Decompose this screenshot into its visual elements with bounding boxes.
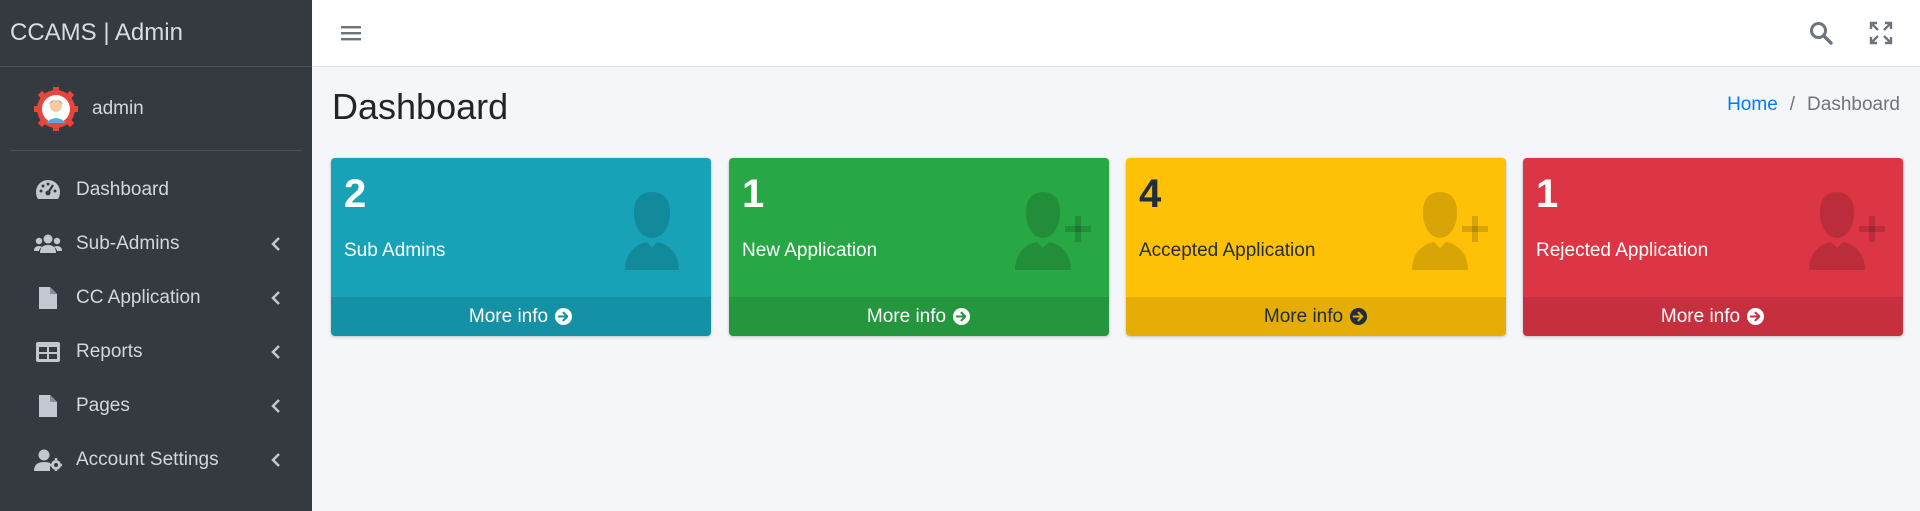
arrow-circle-right-icon — [555, 307, 573, 326]
more-info-label: More info — [866, 305, 947, 327]
more-info-label: More info — [1660, 305, 1741, 327]
chevron-left-icon — [271, 399, 280, 413]
more-info-link[interactable]: More info — [1126, 297, 1506, 336]
table-icon — [36, 342, 60, 362]
arrow-circle-right-icon — [1350, 307, 1368, 326]
search-icon[interactable] — [1808, 20, 1834, 46]
more-info-link[interactable]: More info — [729, 297, 1109, 336]
brand-link[interactable]: CCAMS | Admin — [0, 0, 312, 67]
sidebar: CCAMS | Admin admin Dashboard Sub-Admins… — [0, 0, 312, 511]
sidebar-item-label: Dashboard — [76, 179, 169, 200]
fullscreen-expand-icon[interactable] — [1868, 20, 1894, 46]
user-plus-icon — [1809, 192, 1885, 270]
chevron-left-icon — [271, 345, 280, 359]
sidebar-item-cc-application[interactable]: CC Application — [0, 271, 312, 325]
page-title: Dashboard — [332, 86, 509, 127]
sidebar-item-label: Pages — [76, 395, 130, 416]
sidebar-item-reports[interactable]: Reports — [0, 325, 312, 379]
stat-box-body: 2 Sub Admins — [331, 158, 711, 297]
accepted-application-stat-box: 4 Accepted Application More info — [1126, 158, 1506, 336]
breadcrumb: Home / Dashboard — [1727, 94, 1900, 116]
breadcrumb-current: Dashboard — [1807, 94, 1900, 115]
chevron-left-icon — [271, 291, 280, 305]
sidebar-item-sub-admins[interactable]: Sub-Admins — [0, 217, 312, 271]
sidebar-item-label: Account Settings — [76, 449, 219, 470]
user-plus-icon — [1015, 192, 1091, 270]
users-icon — [34, 234, 62, 253]
more-info-label: More info — [468, 305, 549, 327]
chevron-left-icon — [271, 237, 280, 251]
top-navbar — [312, 0, 1920, 67]
breadcrumb-home-link[interactable]: Home — [1727, 94, 1778, 116]
more-info-link[interactable]: More info — [331, 297, 711, 336]
sidebar-item-label: CC Application — [76, 287, 201, 308]
user-plus-icon — [1412, 192, 1488, 270]
stat-box-body: 1 Rejected Application — [1523, 158, 1903, 297]
user-icon — [625, 192, 679, 270]
more-info-label: More info — [1263, 305, 1344, 327]
admin-avatar-icon — [34, 86, 78, 131]
sidebar-item-dashboard[interactable]: Dashboard — [0, 163, 312, 217]
breadcrumb-separator: / — [1789, 94, 1796, 115]
sidebar-item-pages[interactable]: Pages — [0, 379, 312, 433]
more-info-link[interactable]: More info — [1523, 297, 1903, 336]
arrow-circle-right-icon — [1747, 307, 1765, 326]
arrow-circle-right-icon — [953, 307, 971, 326]
user-name: admin — [92, 97, 144, 119]
sidebar-item-label: Sub-Admins — [76, 233, 180, 254]
brand-title: CCAMS | Admin — [10, 19, 183, 46]
new-application-stat-box: 1 New Application More info — [729, 158, 1109, 336]
chevron-left-icon — [271, 453, 280, 467]
file-icon — [39, 287, 57, 309]
user-panel[interactable]: admin — [10, 67, 302, 151]
rejected-application-stat-box: 1 Rejected Application More info — [1523, 158, 1903, 336]
sidebar-nav: Dashboard Sub-Admins CC Application Repo… — [0, 163, 312, 487]
sidebar-item-account-settings[interactable]: Account Settings — [0, 433, 312, 487]
user-cog-icon — [34, 449, 62, 471]
sub-admins-stat-box: 2 Sub Admins More info — [331, 158, 711, 336]
file-icon — [39, 395, 57, 417]
dashboard-icon — [36, 180, 60, 199]
stat-box-body: 1 New Application — [729, 158, 1109, 297]
stat-box-body: 4 Accepted Application — [1126, 158, 1506, 297]
hamburger-menu-icon[interactable] — [340, 22, 362, 44]
sidebar-item-label: Reports — [76, 341, 143, 362]
